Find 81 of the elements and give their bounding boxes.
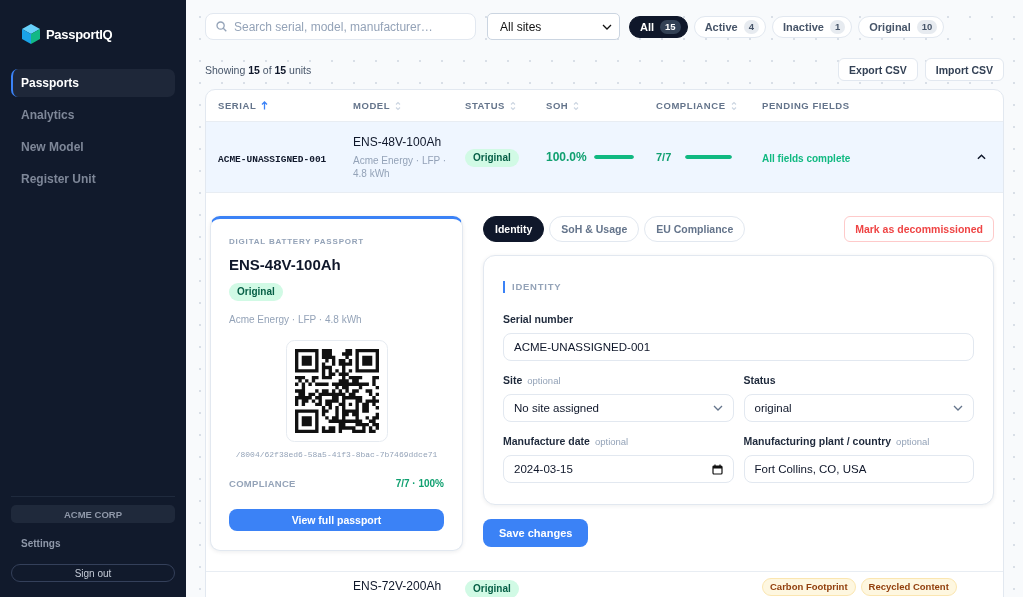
nav-item[interactable]: New Model [11, 133, 175, 161]
table-row[interactable]: ACME-UNASSIGNED-001 ENS-48V-100Ah Acme Energy · LFP · 4.8 kWh Original 100.0% 7/7 All fields complete [206, 122, 1003, 193]
sort-icon[interactable] [573, 100, 580, 111]
compliance-bar [685, 155, 733, 159]
view-passport-button[interactable]: View full passport [229, 509, 444, 531]
soh-bar [593, 155, 634, 159]
qr-code-icon [285, 340, 388, 442]
decommission-button[interactable]: Mark as decommissioned [844, 216, 994, 242]
nav-item[interactable]: Register Unit [11, 165, 175, 193]
serial-number: ACME-UNASSIGNED-001 [218, 154, 327, 165]
pending-field-tag: Recycled Content [860, 578, 957, 596]
status-badge: Original [229, 283, 283, 301]
optional-hint: optional [594, 436, 629, 447]
column-header[interactable]: MODEL [353, 100, 402, 111]
save-button[interactable]: Save changes [483, 519, 589, 547]
text-field[interactable]: ACME-UNASSIGNED-001 [503, 333, 974, 361]
search-field[interactable]: Search serial, model, manufacturer… [205, 13, 476, 40]
chevron-down-icon [953, 405, 963, 411]
chevron-up-icon[interactable] [976, 154, 986, 160]
count-badge: 1 [829, 19, 846, 34]
select-field[interactable]: No site assigned [503, 394, 734, 422]
column-header: PENDING FIELDS [762, 100, 850, 111]
compliance-value: 7/7 [656, 151, 672, 163]
date-field[interactable]: 2024-03-15 [503, 455, 734, 483]
settings-link[interactable]: Settings [11, 533, 61, 553]
status-badge: Original [465, 580, 519, 597]
status-badge: Original [465, 149, 519, 167]
select-field[interactable]: original [743, 394, 974, 422]
table-row[interactable]: ENS-72V-200Ah Original Carbon Footprint Recycled Content [206, 572, 1003, 597]
column-header[interactable]: COMPLIANCE [656, 100, 737, 111]
optional-hint: optional [896, 436, 930, 447]
filter-chip[interactable]: Active 4 [693, 15, 766, 38]
column-header[interactable]: STATUS [465, 100, 516, 111]
filter-chip[interactable]: All 15 [629, 15, 688, 38]
calendar-icon[interactable] [711, 463, 723, 475]
field-label: Manufacturing plant / country [743, 435, 892, 447]
csv-button[interactable]: Export CSV [838, 58, 918, 81]
tab[interactable]: Identity [483, 216, 545, 242]
results-summary: Showing 15 of 15 units [205, 63, 312, 76]
count-badge: 10 [916, 19, 938, 34]
brand-name: PassportIQ [46, 26, 113, 42]
nav-item[interactable]: Analytics [11, 101, 175, 129]
section-title: IDENTITY [503, 281, 562, 293]
chevron-down-icon [602, 23, 612, 30]
tab[interactable]: SoH & Usage [549, 216, 640, 242]
sort-icon[interactable] [395, 100, 402, 111]
column-header[interactable]: SOH [546, 100, 580, 111]
filter-chip[interactable]: Original 10 [858, 15, 945, 38]
field-label: Serial number [503, 313, 574, 325]
model-name: ENS-72V-200Ah [353, 578, 443, 594]
count-badge: 15 [660, 19, 681, 34]
sort-icon[interactable] [510, 100, 516, 111]
soh-value: 100.0% [546, 150, 587, 164]
pending-field-tag: Carbon Footprint [762, 578, 856, 596]
pending-status: All fields complete [762, 153, 851, 164]
model-details: Acme Energy · LFP · 4.8 kWh [229, 313, 363, 326]
field-label: Manufacture date [503, 435, 590, 447]
optional-hint: optional [527, 375, 561, 386]
model-details: Acme Energy · LFP · 4.8 kWh [353, 154, 448, 180]
tab[interactable]: EU Compliance [644, 216, 746, 242]
model-name: ENS-48V-100Ah [353, 134, 443, 150]
model-name: ENS-48V-100Ah [229, 256, 342, 274]
csv-button[interactable]: Import CSV [924, 58, 1004, 81]
compliance-value: 7/7 · 100% [395, 478, 444, 490]
cube-icon [22, 24, 40, 44]
field-label: Site [503, 374, 523, 386]
sort-ascending-icon[interactable] [261, 101, 269, 110]
passport-path: /8004/62f38ed6-58a5-41f3-8bac-7b7469ddce71 [235, 450, 438, 460]
search-icon [216, 21, 227, 32]
chevron-down-icon [712, 405, 723, 411]
text-field[interactable]: Fort Collins, CO, USA [743, 455, 974, 483]
filter-chip[interactable]: Inactive 1 [771, 15, 853, 38]
field-label: Status [743, 374, 776, 386]
nav-item[interactable]: Passports [11, 69, 175, 97]
sort-icon[interactable] [730, 100, 737, 111]
card-eyebrow: DIGITAL BATTERY PASSPORT [229, 237, 366, 247]
organization-badge: ACME CORP [11, 505, 175, 523]
column-header[interactable]: SERIAL [218, 100, 269, 111]
site-select[interactable]: All sites [487, 13, 620, 40]
compliance-label: COMPLIANCE [229, 478, 296, 490]
count-badge: 4 [743, 19, 759, 34]
